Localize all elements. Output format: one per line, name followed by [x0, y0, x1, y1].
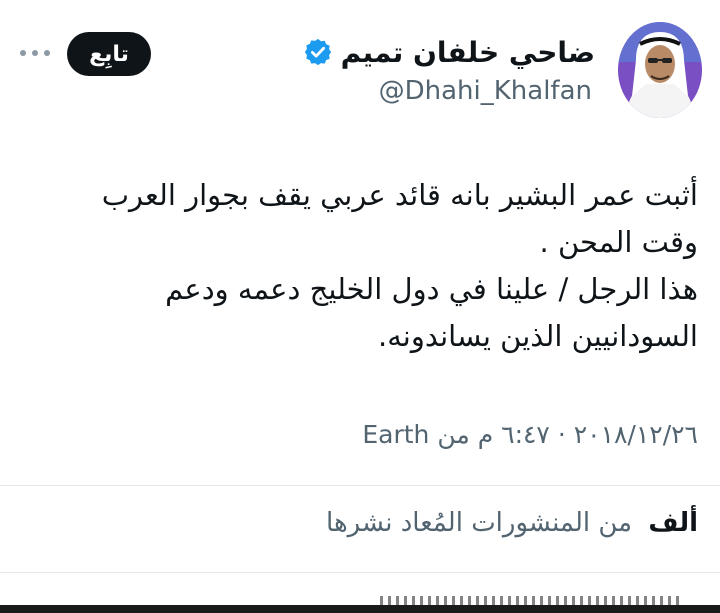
cropped-stat-row: [380, 596, 680, 605]
tweet-text: أثبت عمر البشير بانه قائد عربي يقف بجوار…: [28, 172, 698, 360]
tweet-line: هذا الرجل / علينا في دول الخليج دعمه ودع…: [165, 272, 698, 306]
retweets-stat[interactable]: ألف من المنشورات المُعاد نشرها: [326, 508, 698, 538]
tweet-time[interactable]: ٦:٤٧ م: [478, 420, 550, 449]
source-prefix: من: [437, 420, 470, 449]
retweet-count: ألف: [648, 508, 698, 538]
retweet-label: من المنشورات المُعاد نشرها: [326, 508, 633, 538]
meta-separator: ·: [557, 420, 566, 449]
verified-badge-icon: [303, 37, 333, 67]
tweet-header: ضاحي خلفان تميم @Dhahi_Khalfan تابِع: [0, 22, 720, 122]
follow-button[interactable]: تابِع: [67, 32, 151, 76]
more-horizontal-icon[interactable]: [20, 48, 50, 58]
author-handle[interactable]: @Dhahi_Khalfan: [379, 76, 592, 106]
author-display-name[interactable]: ضاحي خلفان تميم: [341, 36, 595, 69]
tweet-line: السودانيين الذين يساندونه.: [378, 319, 698, 353]
divider: [0, 572, 720, 573]
divider: [0, 485, 720, 486]
tweet-line: وقت المحن .: [539, 225, 698, 259]
screen-bottom-edge: [0, 605, 720, 613]
avatar[interactable]: [618, 22, 702, 118]
author-name-row: ضاحي خلفان تميم: [303, 32, 595, 72]
tweet-line: أثبت عمر البشير بانه قائد عربي يقف بجوار…: [101, 178, 698, 212]
tweet-source: Earth: [362, 420, 430, 449]
tweet-metadata: ٢٠١٨/١٢/٢٦ · ٦:٤٧ م من Earth: [28, 420, 698, 449]
tweet-date[interactable]: ٢٠١٨/١٢/٢٦: [574, 420, 698, 449]
